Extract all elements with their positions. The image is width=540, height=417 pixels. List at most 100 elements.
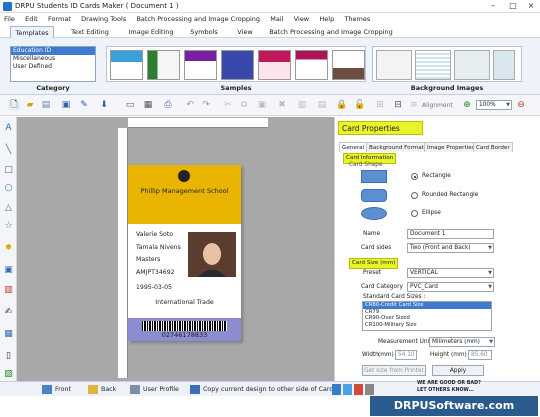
card-course[interactable]: Masters <box>136 256 160 263</box>
measurement-unit-select[interactable]: Milimeters (mm) ▼ <box>429 337 495 347</box>
alignment-label[interactable]: Alignment <box>422 102 453 109</box>
background-image-option[interactable] <box>376 50 412 80</box>
sample-template[interactable] <box>110 50 143 80</box>
card-school-name[interactable]: Phillip Management School <box>128 187 241 195</box>
new-icon[interactable]: 🗋 <box>8 99 20 111</box>
text-tool-icon[interactable]: A <box>3 123 14 134</box>
star-tool-icon[interactable]: ☆ <box>3 221 14 232</box>
group-icon[interactable]: ⊞ <box>374 99 386 111</box>
open-folder-icon[interactable]: ▤ <box>40 99 52 111</box>
category-item[interactable]: Education ID <box>11 47 95 55</box>
menu-themes[interactable]: Themes <box>340 13 374 25</box>
open-icon[interactable]: ▰ <box>24 99 36 111</box>
twitter-icon[interactable] <box>343 384 352 395</box>
background-image-option[interactable] <box>493 50 515 80</box>
height-input[interactable]: 85.60 <box>468 350 492 360</box>
rectangle-radio[interactable] <box>411 173 418 180</box>
menu-drawing-tools[interactable]: Drawing Tools <box>77 13 130 25</box>
bring-front-icon[interactable]: ▥ <box>296 99 308 111</box>
category-item[interactable]: User Defined <box>11 63 95 71</box>
triangle-tool-icon[interactable]: △ <box>3 203 14 214</box>
card-date[interactable]: 1995-03-05 <box>136 284 172 291</box>
card-parent-name[interactable]: Tamala Nivens <box>136 244 181 251</box>
user-profile-button[interactable]: User Profile <box>130 384 179 395</box>
ellipse-tool-icon[interactable]: ○ <box>3 183 14 194</box>
card-photo[interactable] <box>188 232 236 277</box>
sample-template[interactable] <box>332 50 365 80</box>
ellipse-radio[interactable] <box>411 210 418 217</box>
image-tool-icon[interactable]: ▣ <box>3 265 14 276</box>
tab-templates[interactable]: Templates <box>10 26 54 38</box>
card-category-select[interactable]: PVC_Card ▼ <box>407 282 494 292</box>
sample-template[interactable] <box>221 50 254 80</box>
save-as-icon[interactable]: ✎ <box>78 99 90 111</box>
background-image-option[interactable] <box>415 50 451 80</box>
menu-format[interactable]: Format <box>44 13 75 25</box>
card-student-name[interactable]: Valerie Soto <box>136 231 173 238</box>
symbol-tool-icon[interactable]: ✸ <box>3 243 14 254</box>
cut-icon[interactable]: ✂ <box>222 99 234 111</box>
tab-symbols[interactable]: Symbols <box>186 26 222 38</box>
rectangle-tool-icon[interactable]: □ <box>3 165 14 176</box>
tab-general[interactable]: General <box>339 142 368 152</box>
alignment-icon[interactable]: ≡ <box>408 99 420 111</box>
tab-batch-processing[interactable]: Batch Processing and Image Cropping <box>268 26 394 38</box>
card-sides-select[interactable]: Two (Front and Back) ▼ <box>407 243 494 253</box>
close-icon[interactable]: × <box>524 1 538 11</box>
barcode-tool-icon[interactable]: ▯ <box>3 351 14 362</box>
grid-icon[interactable]: ⊟ <box>392 99 404 111</box>
undo-icon[interactable]: ↶ <box>184 99 196 111</box>
tab-image-properties[interactable]: Image Properties <box>424 142 478 152</box>
tab-text-editing[interactable]: Text Editing <box>66 26 114 38</box>
rounded-rectangle-radio[interactable] <box>411 192 418 199</box>
zoom-select[interactable]: 100% ▼ <box>476 100 512 110</box>
sample-template[interactable] <box>295 50 328 80</box>
id-card-preview[interactable]: Phillip Management School Valerie Soto T… <box>128 165 241 341</box>
menu-edit[interactable]: Edit <box>21 13 42 25</box>
sample-template[interactable] <box>184 50 217 80</box>
back-button[interactable]: Back <box>88 384 116 395</box>
maximize-icon[interactable]: □ <box>506 1 520 11</box>
send-back-icon[interactable]: ▤ <box>316 99 328 111</box>
layout-icon[interactable]: ▦ <box>142 99 154 111</box>
zoom-out-icon[interactable]: ⊖ <box>515 99 527 111</box>
card-name-input[interactable]: Document 1 <box>407 229 494 239</box>
card-student-id[interactable]: AMJPT34692 <box>136 269 175 276</box>
brand-banner[interactable]: DRPUSoftware.com <box>370 396 538 416</box>
card-department[interactable]: International Trade <box>128 299 241 306</box>
signature-tool-icon[interactable]: ✍ <box>3 307 14 318</box>
tab-view[interactable]: View <box>232 26 258 38</box>
copy-design-button[interactable]: Copy current design to other side of Car… <box>190 384 333 395</box>
menu-mail[interactable]: Mail <box>266 13 287 25</box>
category-list[interactable]: Education ID Miscellaneous User Defined <box>10 46 96 82</box>
google-plus-icon[interactable] <box>354 384 363 395</box>
lock-icon[interactable]: 🔒 <box>336 99 348 111</box>
get-size-from-printer-button[interactable]: Get size from Printer <box>362 365 426 376</box>
copy-icon[interactable]: ⧉ <box>238 99 250 111</box>
menu-file[interactable]: File <box>0 13 19 25</box>
feedback-banner[interactable]: WE ARE GOOD OR BAD? LET OTHERS KNOW... <box>417 380 497 394</box>
paste-icon[interactable]: ▣ <box>256 99 268 111</box>
export-icon[interactable]: ⬇ <box>98 99 110 111</box>
picture-tool-icon[interactable]: ▨ <box>3 369 14 380</box>
facebook-icon[interactable] <box>332 384 341 395</box>
standard-sizes-list[interactable]: CR80-Credit Card Size CR79 CR90-Over Siz… <box>362 301 492 331</box>
tab-image-editing[interactable]: Image Editing <box>126 26 176 38</box>
background-image-option[interactable] <box>454 50 490 80</box>
sample-template[interactable] <box>258 50 291 80</box>
delete-icon[interactable]: ✖ <box>276 99 288 111</box>
email-icon[interactable] <box>365 384 374 395</box>
watermark-tool-icon[interactable]: ▦ <box>3 329 14 340</box>
line-tool-icon[interactable]: ╲ <box>3 145 14 156</box>
redo-icon[interactable]: ↷ <box>200 99 212 111</box>
list-item[interactable]: CR100-Military Size <box>363 322 491 329</box>
barcode[interactable] <box>142 321 227 331</box>
unlock-icon[interactable]: 🔓 <box>354 99 366 111</box>
print-icon[interactable]: ⎙ <box>162 99 174 111</box>
menu-view[interactable]: View <box>290 13 313 25</box>
library-tool-icon[interactable]: ▥ <box>3 285 14 296</box>
preset-select[interactable]: VERTICAL ▼ <box>407 268 494 278</box>
tab-background-format[interactable]: Background Format <box>366 142 427 152</box>
template-icon[interactable]: ▭ <box>124 99 136 111</box>
save-icon[interactable]: ▣ <box>60 99 72 111</box>
